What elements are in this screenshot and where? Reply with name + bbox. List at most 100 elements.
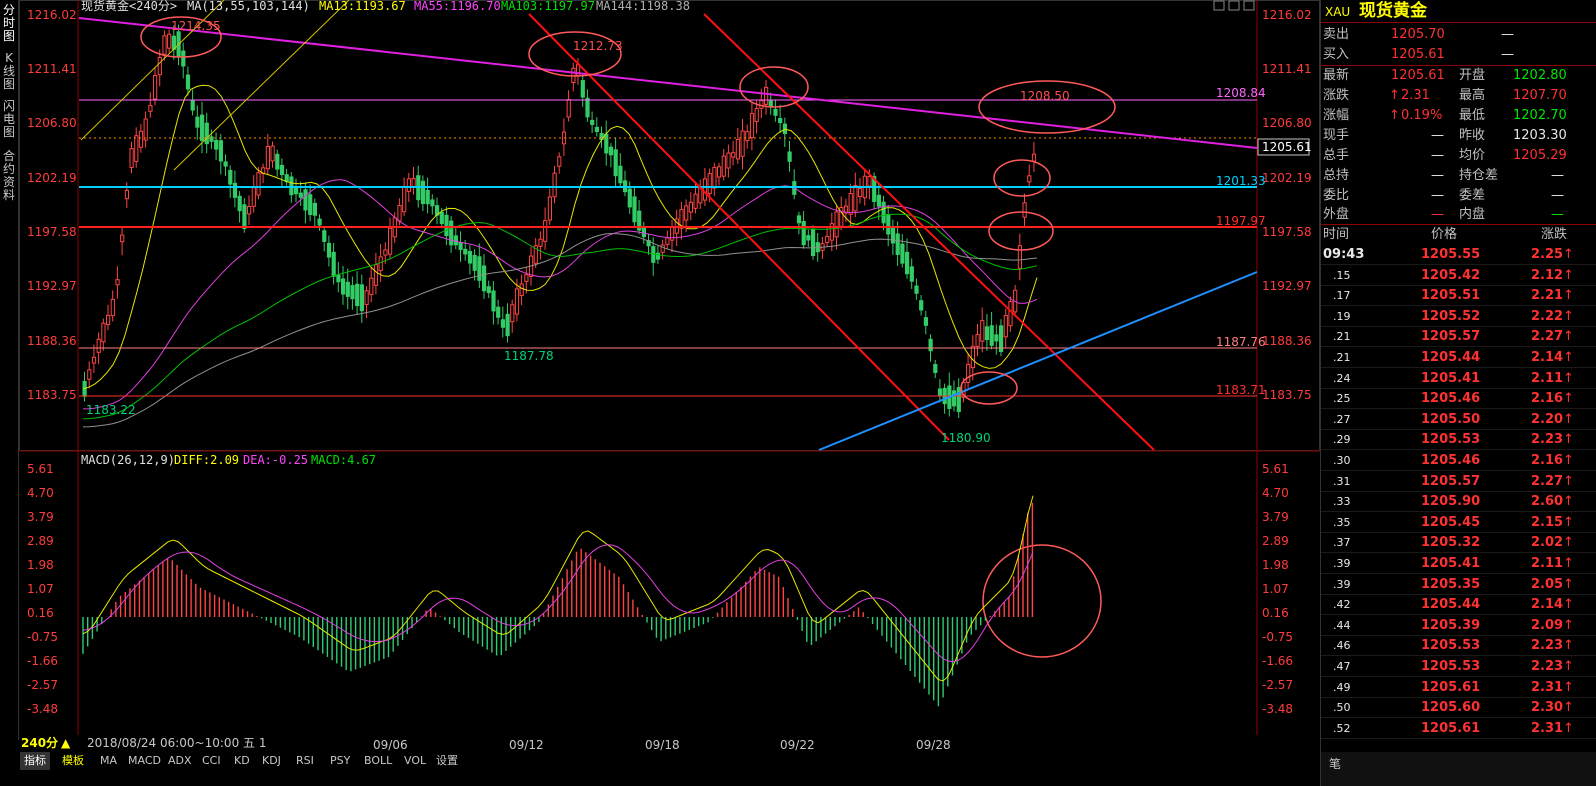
candle-body [500,319,505,328]
tick-row: .27 1205.50 2.20 ↑ [1321,410,1596,430]
sell-volume: — [1501,27,1514,42]
candle-body [138,130,144,148]
tick-row: .35 1205.45 2.15 ↑ [1321,513,1596,533]
tick-change: 2.23 [1531,638,1564,654]
tab-flash[interactable]: 闪电图 [1,100,17,139]
footer-tab[interactable]: 笔 [1329,755,1341,772]
candle-body [350,285,355,300]
prev-close-label: 昨收 [1459,128,1486,143]
price-axis-tick-right: 1188.36 [1262,334,1312,348]
candle-body [505,313,510,337]
candle-body [702,178,708,201]
current-price-label: 1205.61 [1262,140,1312,154]
ma-lines-layer [82,84,1038,428]
macd-diff: DIFF:2.09 [174,453,239,467]
high-price: 1207.70 [1513,88,1567,103]
tab-vol[interactable]: VOL [400,752,430,770]
tick-price: 1205.55 [1421,247,1481,262]
close-icon[interactable] [1243,0,1255,11]
candle-body [223,161,228,167]
candle-body [1031,153,1037,162]
candle-body [439,211,444,225]
up-arrow-icon: ↑ [1563,638,1574,654]
candle-body [308,194,313,215]
tab-kd[interactable]: KD [230,752,254,770]
period-selector[interactable]: 240分 [21,735,58,752]
tick-time: .47 [1333,660,1351,673]
candle-body [355,283,360,307]
tab-kline[interactable]: K线图 [1,52,17,91]
tab-psy[interactable]: PSY [326,752,354,770]
minimize-icon[interactable] [1213,0,1225,11]
tick-change: 2.15 [1531,514,1564,530]
total-label: 总手 [1323,148,1350,163]
macd-axis-tick: 3.79 [27,510,54,524]
tick-time: .30 [1333,454,1351,467]
candle-body [294,186,299,195]
candle-body [200,114,205,141]
candle-body [430,199,435,207]
tick-price: 1205.53 [1421,659,1481,674]
tab-template[interactable]: 模板 [58,752,88,770]
candle-body [1022,202,1027,218]
price-axis-tick-right: 1206.80 [1262,116,1312,130]
tick-price: 1205.52 [1421,308,1481,324]
tab-macd[interactable]: MACD [124,752,165,770]
tab-cci[interactable]: CCI [198,752,225,770]
kline-chart[interactable]: 1216.02 1211.41 1206.80 1202.19 1197.58 … [19,0,1320,735]
tab-adx[interactable]: ADX [164,752,196,770]
ticks-time-header: 时间 [1323,227,1350,242]
candle-body [895,233,900,255]
candle-body [801,221,806,246]
level-label: 1208.84 [1216,86,1266,100]
candle-body [519,283,524,296]
candle-body [641,226,646,238]
up-arrow-icon: ↑ [1563,576,1574,592]
candle-body [566,99,571,118]
oi-change-value: — [1551,168,1564,183]
tick-price: 1205.51 [1421,288,1481,304]
highlight-ellipse [739,66,809,108]
candle-body [463,248,468,255]
candle-body [825,235,830,243]
tick-row: .29 1205.53 2.23 ↑ [1321,430,1596,451]
open-price: 1202.80 [1513,68,1567,83]
tick-price: 1205.50 [1421,411,1481,427]
candle-body [970,345,975,369]
candle-body [909,266,914,282]
candle-body [881,201,886,224]
price-axis-tick: 1211.41 [27,62,77,76]
ma-line [82,232,1038,428]
tick-time: .46 [1333,639,1351,653]
candle-body [247,206,252,215]
candle-body [425,190,430,205]
candle-body [773,108,778,116]
candle-body [754,107,759,123]
ma-line [82,213,1038,420]
candle-body [867,176,872,187]
ma-params: MA(13,55,103,144) [187,0,310,13]
period-dropdown-icon[interactable]: ▲ [61,735,70,752]
candle-body [524,274,529,282]
outer-label: 外盘 [1323,207,1350,222]
tick-price: 1205.32 [1421,535,1481,551]
tab-indicators[interactable]: 指标 [20,752,50,770]
tab-timeshare[interactable]: 分时图 [1,4,17,43]
tab-ma[interactable]: MA [96,752,121,770]
candle-body [486,286,491,294]
tick-time: .42 [1333,598,1351,612]
tick-price: 1205.57 [1421,329,1481,345]
tab-rsi[interactable]: RSI [292,752,318,770]
tab-boll[interactable]: BOLL [360,752,396,770]
price-axis-tick-right: 1216.02 [1262,8,1312,22]
tick-row: .49 1205.61 2.31 ↑ [1321,678,1596,698]
candle-body [590,119,595,125]
restore-icon[interactable] [1228,0,1240,11]
candle-body [120,234,125,243]
tab-settings[interactable]: 设置 [432,752,462,770]
price-axis-tick-right: 1192.97 [1262,279,1312,293]
tab-contract-info[interactable]: 合约资料 [1,150,17,202]
tab-kdj[interactable]: KDJ [258,752,285,770]
inner-label: 内盘 [1459,207,1486,222]
annotation-high: 1214.35 [171,19,221,33]
